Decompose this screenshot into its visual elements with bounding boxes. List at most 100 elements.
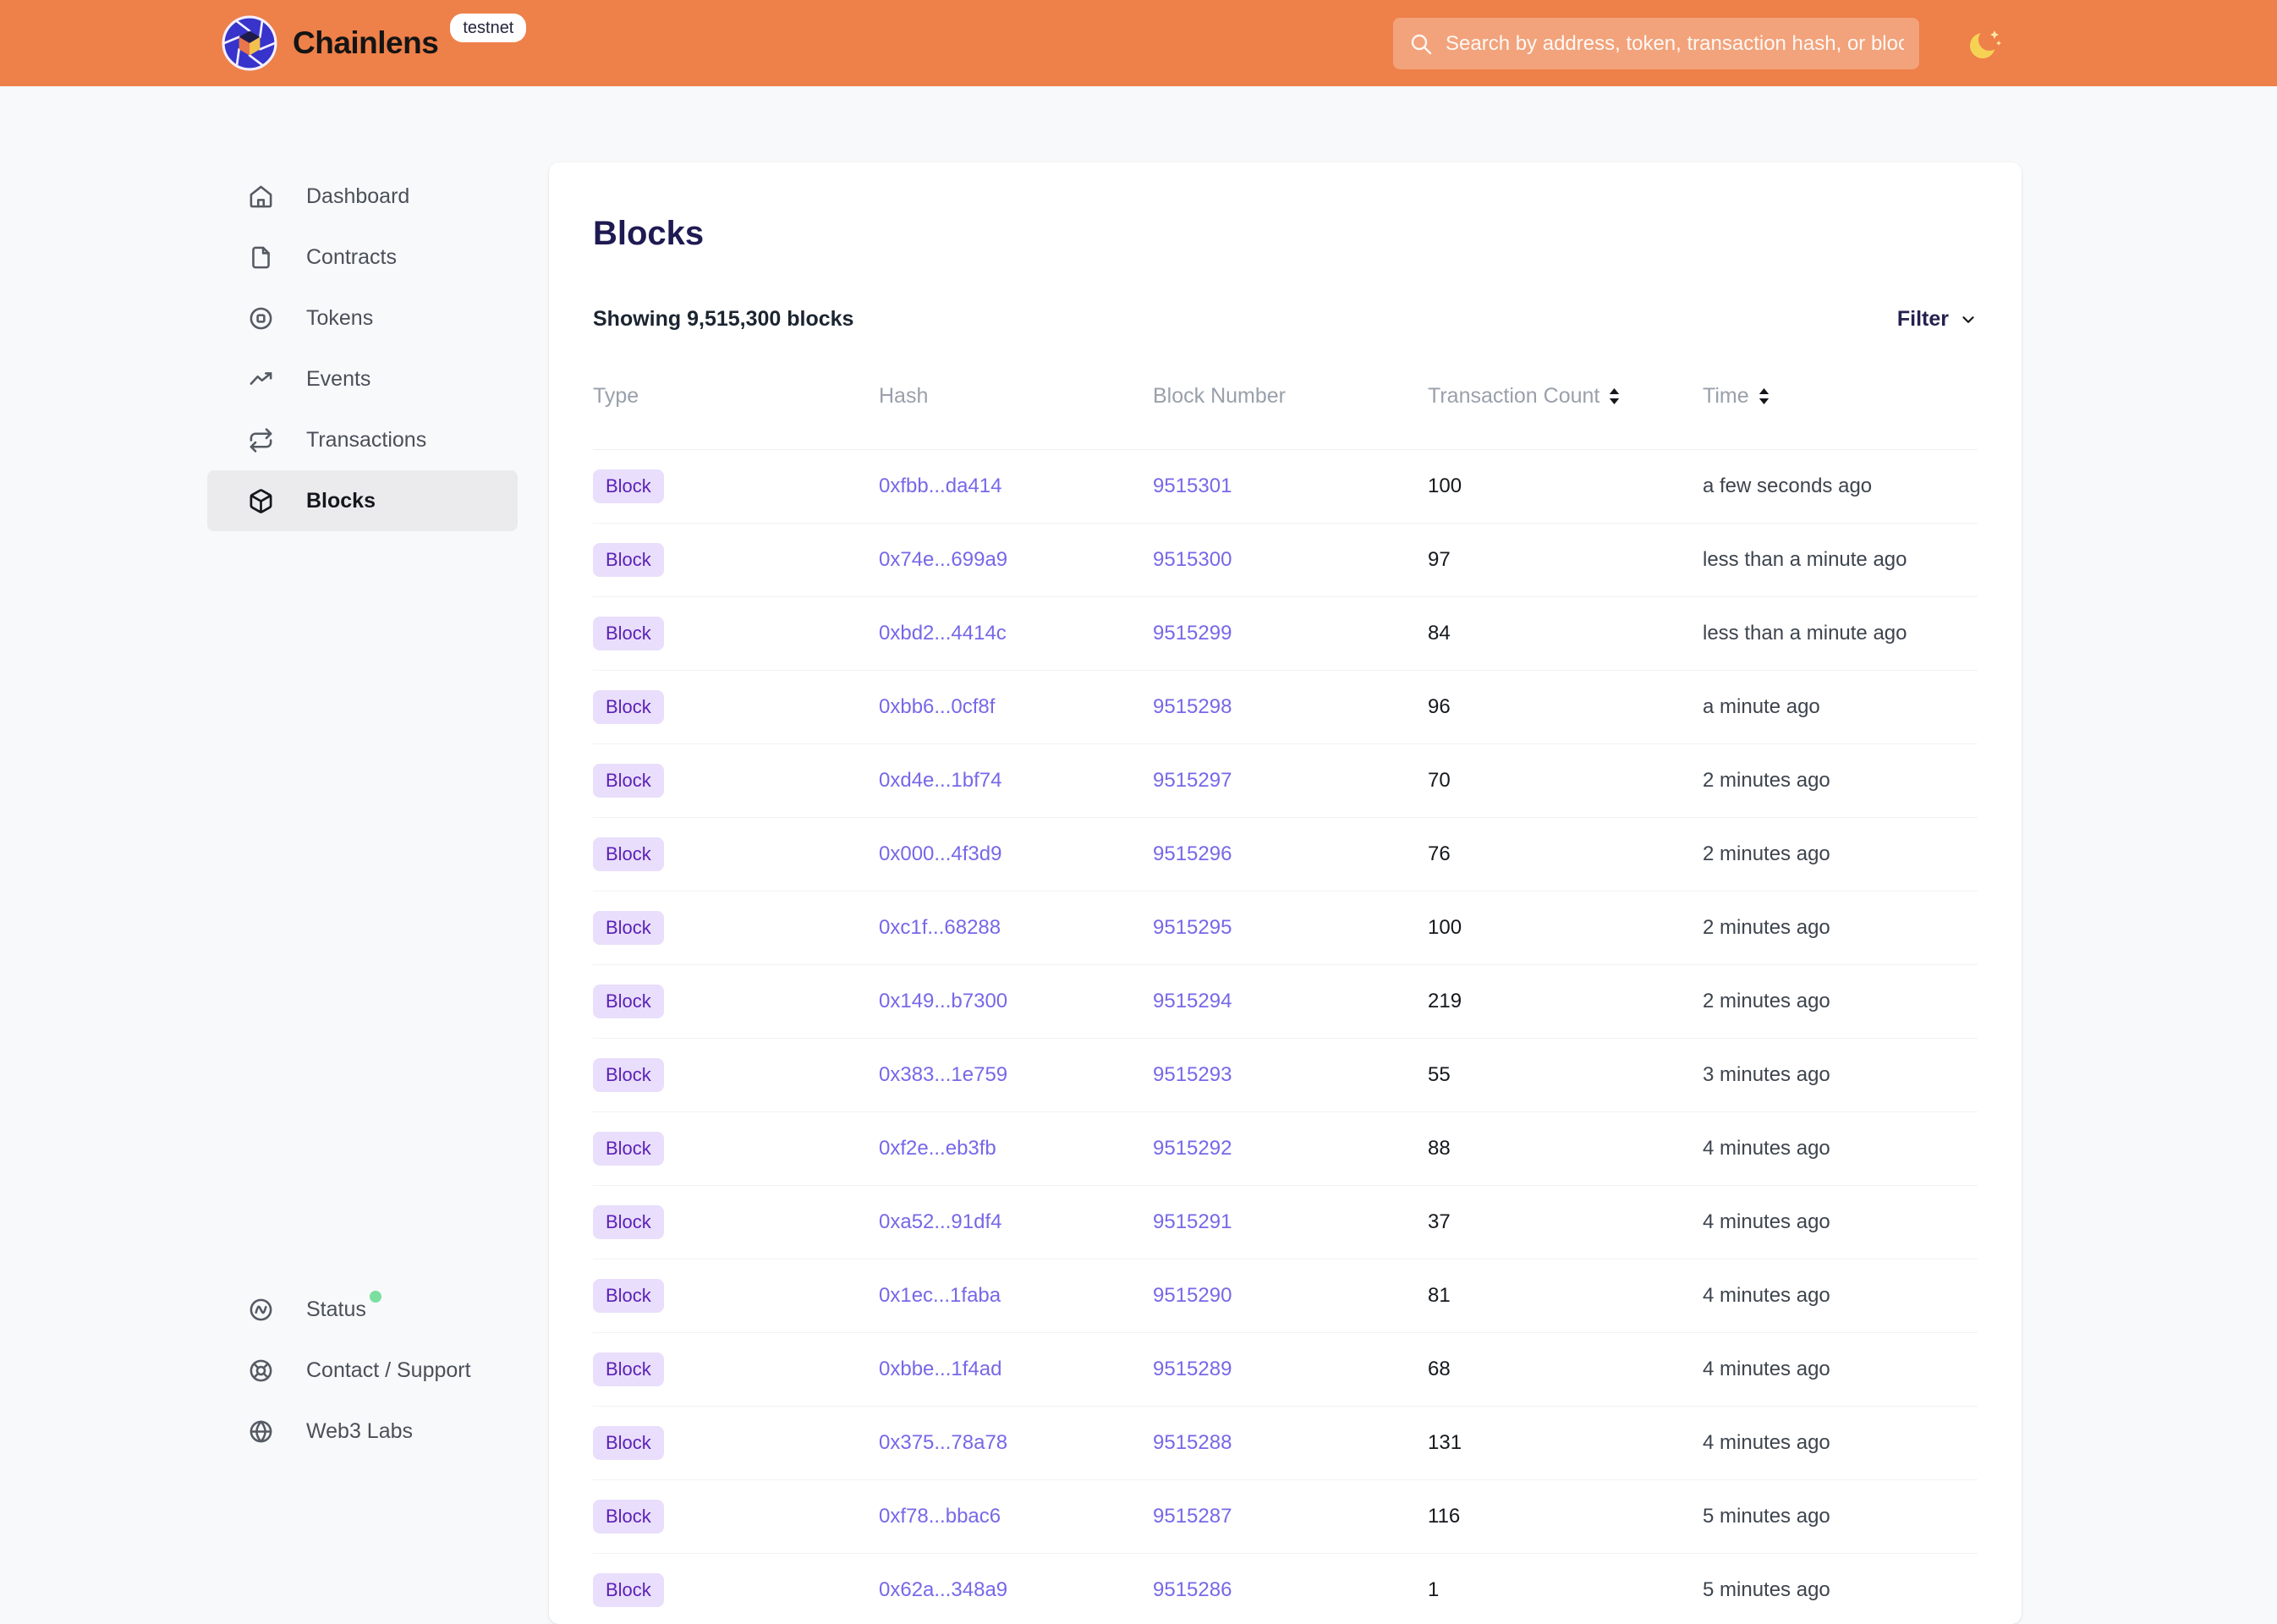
blocks-icon bbox=[248, 488, 274, 514]
contract-icon bbox=[248, 244, 274, 271]
block-hash-link[interactable]: 0x74e...699a9 bbox=[879, 548, 1007, 571]
block-time: 2 minutes ago bbox=[1703, 990, 1978, 1013]
transaction-count: 96 bbox=[1428, 695, 1703, 719]
block-hash-link[interactable]: 0x383...1e759 bbox=[879, 1063, 1007, 1086]
column-header-transaction-count[interactable]: Transaction Count bbox=[1428, 384, 1703, 409]
block-hash-link[interactable]: 0xf2e...eb3fb bbox=[879, 1137, 996, 1160]
sort-icon bbox=[1608, 387, 1621, 405]
table-row: Block0xf2e...eb3fb9515292884 minutes ago bbox=[593, 1112, 1978, 1186]
search-icon bbox=[1408, 31, 1434, 57]
block-type-badge: Block bbox=[593, 1132, 664, 1166]
table-body: Block0xfbb...da4149515301100a few second… bbox=[593, 450, 1978, 1624]
column-header-time[interactable]: Time bbox=[1703, 384, 1978, 409]
brand[interactable]: Chainlens testnet bbox=[222, 0, 526, 86]
block-number-link[interactable]: 9515301 bbox=[1153, 475, 1232, 497]
block-hash-link[interactable]: 0x000...4f3d9 bbox=[879, 842, 1001, 865]
sidebar-item-label: Events bbox=[306, 367, 370, 392]
transaction-count: 68 bbox=[1428, 1358, 1703, 1381]
block-number-link[interactable]: 9515297 bbox=[1153, 769, 1232, 792]
transaction-count: 116 bbox=[1428, 1505, 1703, 1528]
dark-mode-toggle[interactable] bbox=[1964, 24, 2005, 64]
block-number-link[interactable]: 9515300 bbox=[1153, 548, 1232, 571]
block-number-link[interactable]: 9515291 bbox=[1153, 1210, 1232, 1233]
block-number-link[interactable]: 9515293 bbox=[1153, 1063, 1232, 1086]
table-header-row: Type Hash Block Number Transaction Count… bbox=[593, 384, 1978, 450]
sidebar-nav: Dashboard Contracts Tokens Events bbox=[207, 166, 518, 531]
block-number-link[interactable]: 9515287 bbox=[1153, 1505, 1232, 1528]
sidebar-item-label: Web3 Labs bbox=[306, 1419, 413, 1444]
sidebar-item-events[interactable]: Events bbox=[207, 348, 518, 409]
block-number-link[interactable]: 9515296 bbox=[1153, 842, 1232, 865]
block-hash-link[interactable]: 0xa52...91df4 bbox=[879, 1210, 1001, 1233]
block-type-badge: Block bbox=[593, 617, 664, 650]
block-number-link[interactable]: 9515286 bbox=[1153, 1578, 1232, 1601]
sidebar-item-label: Contracts bbox=[306, 245, 397, 270]
block-hash-link[interactable]: 0x375...78a78 bbox=[879, 1431, 1007, 1454]
block-number-link[interactable]: 9515295 bbox=[1153, 916, 1232, 939]
sidebar-item-label: Tokens bbox=[306, 306, 373, 331]
block-hash-link[interactable]: 0xd4e...1bf74 bbox=[879, 769, 1001, 792]
sidebar-footer-nav: Status Contact / Support Web3 Labs bbox=[207, 1279, 518, 1462]
block-hash-link[interactable]: 0xf78...bbac6 bbox=[879, 1505, 1001, 1528]
sidebar-item-web3-labs[interactable]: Web3 Labs bbox=[207, 1401, 518, 1462]
sidebar-item-label: Status bbox=[306, 1298, 366, 1321]
events-icon bbox=[248, 366, 274, 392]
block-type-badge: Block bbox=[593, 837, 664, 871]
sidebar-item-blocks[interactable]: Blocks bbox=[207, 470, 518, 531]
blocks-card: Blocks Showing 9,515,300 blocks Filter T… bbox=[549, 162, 2022, 1624]
sidebar-item-contracts[interactable]: Contracts bbox=[207, 227, 518, 288]
block-type-badge: Block bbox=[593, 985, 664, 1018]
table-row: Block0x383...1e7599515293553 minutes ago bbox=[593, 1039, 1978, 1112]
sidebar-item-contact-support[interactable]: Contact / Support bbox=[207, 1340, 518, 1401]
block-hash-link[interactable]: 0xbd2...4414c bbox=[879, 622, 1007, 645]
transaction-count: 70 bbox=[1428, 769, 1703, 793]
block-time: 2 minutes ago bbox=[1703, 916, 1978, 940]
token-icon bbox=[248, 305, 274, 332]
status-online-dot bbox=[370, 1291, 381, 1303]
sidebar-item-label: Transactions bbox=[306, 428, 426, 453]
block-hash-link[interactable]: 0x149...b7300 bbox=[879, 990, 1007, 1012]
sort-icon bbox=[1758, 387, 1770, 405]
search-input[interactable] bbox=[1446, 32, 1904, 56]
sidebar-item-status[interactable]: Status bbox=[207, 1279, 518, 1340]
transaction-count: 100 bbox=[1428, 916, 1703, 940]
block-type-badge: Block bbox=[593, 911, 664, 945]
block-hash-link[interactable]: 0xbb6...0cf8f bbox=[879, 695, 995, 718]
block-hash-link[interactable]: 0xfbb...da414 bbox=[879, 475, 1001, 497]
sidebar-item-transactions[interactable]: Transactions bbox=[207, 409, 518, 470]
search-box[interactable] bbox=[1393, 18, 1919, 69]
moon-icon bbox=[1964, 24, 2005, 64]
block-number-link[interactable]: 9515299 bbox=[1153, 622, 1232, 645]
block-hash-link[interactable]: 0xc1f...68288 bbox=[879, 916, 1001, 939]
block-hash-link[interactable]: 0x62a...348a9 bbox=[879, 1578, 1007, 1601]
table-row: Block 0xbbe...1f4ad 9515289 684 minutes ago bbox=[593, 1333, 1978, 1407]
sidebar-item-tokens[interactable]: Tokens bbox=[207, 288, 518, 348]
page-title: Blocks bbox=[593, 215, 1978, 253]
filter-button[interactable]: Filter bbox=[1897, 307, 1978, 332]
block-number-link[interactable]: 9515292 bbox=[1153, 1137, 1232, 1160]
block-type-badge: Block bbox=[593, 1058, 664, 1092]
block-type-badge: Block bbox=[593, 1205, 664, 1239]
block-number-link[interactable]: 9515294 bbox=[1153, 990, 1232, 1012]
block-time: 4 minutes ago bbox=[1703, 1358, 1978, 1381]
block-type-badge: Block bbox=[593, 764, 664, 798]
block-time: 4 minutes ago bbox=[1703, 1137, 1978, 1160]
block-number-link[interactable]: 9515288 bbox=[1153, 1431, 1232, 1454]
block-number-link[interactable]: 9515289 bbox=[1153, 1358, 1232, 1380]
block-hash-link[interactable]: 0x1ec...1faba bbox=[879, 1284, 1001, 1307]
transaction-count: 1 bbox=[1428, 1578, 1703, 1602]
transaction-count: 131 bbox=[1428, 1431, 1703, 1455]
block-hash-link[interactable]: 0xbbe...1f4ad bbox=[879, 1358, 1001, 1380]
transaction-count: 37 bbox=[1428, 1210, 1703, 1234]
transaction-count: 84 bbox=[1428, 622, 1703, 645]
transaction-count: 55 bbox=[1428, 1063, 1703, 1087]
sidebar-item-dashboard[interactable]: Dashboard bbox=[207, 166, 518, 227]
sidebar-item-label: Blocks bbox=[306, 489, 376, 513]
block-number-link[interactable]: 9515290 bbox=[1153, 1284, 1232, 1307]
block-time: 4 minutes ago bbox=[1703, 1431, 1978, 1455]
block-number-link[interactable]: 9515298 bbox=[1153, 695, 1232, 718]
table-row: Block0xa52...91df49515291374 minutes ago bbox=[593, 1186, 1978, 1259]
table-row: Block0xbd2...4414c951529984less than a m… bbox=[593, 597, 1978, 671]
block-time: 5 minutes ago bbox=[1703, 1505, 1978, 1528]
block-type-badge: Block bbox=[593, 1352, 664, 1386]
